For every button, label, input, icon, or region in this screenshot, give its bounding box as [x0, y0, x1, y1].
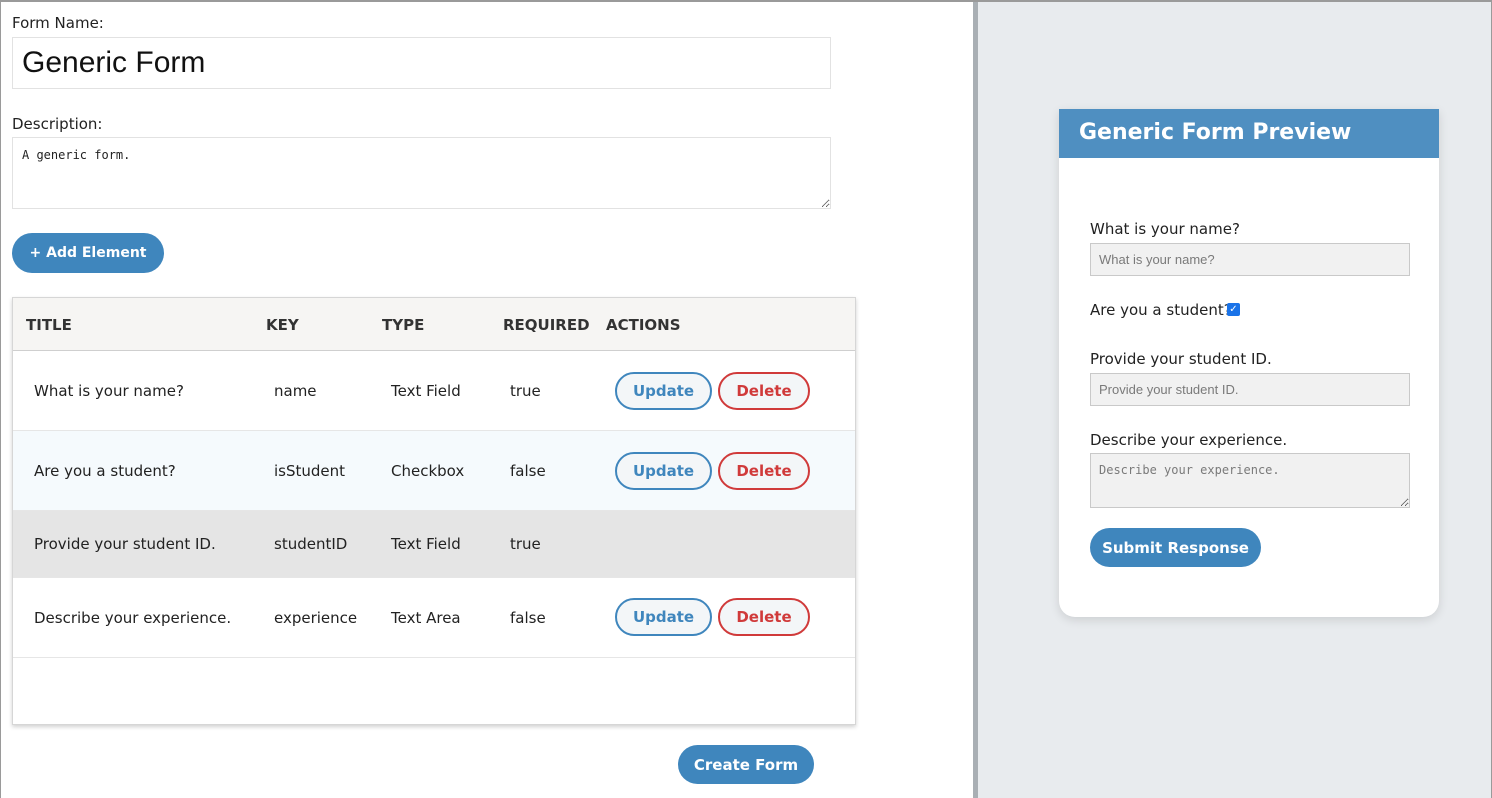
header-key: KEY	[266, 316, 299, 334]
preview-title: Generic Form Preview	[1059, 109, 1439, 158]
check-icon: ✓	[1229, 304, 1238, 315]
row-required: false	[510, 609, 546, 627]
row-key: name	[274, 382, 317, 400]
elements-table: TITLE KEY TYPE REQUIRED ACTIONS What is …	[12, 297, 856, 725]
description-textarea[interactable]: A generic form.	[12, 137, 831, 209]
description-label: Description:	[12, 115, 103, 133]
submit-response-button[interactable]: Submit Response	[1090, 528, 1261, 567]
delete-button[interactable]: Delete	[718, 598, 810, 636]
create-form-button[interactable]: Create Form	[678, 745, 814, 784]
add-element-button[interactable]: + Add Element	[12, 233, 164, 273]
update-button[interactable]: Update	[615, 372, 712, 410]
update-button[interactable]: Update	[615, 452, 712, 490]
row-title: Are you a student?	[34, 462, 176, 480]
preview-panel: Generic Form Preview What is your name? …	[978, 2, 1491, 798]
row-key: isStudent	[274, 462, 346, 480]
header-actions: ACTIONS	[606, 316, 681, 334]
row-type: Text Area	[391, 609, 461, 627]
preview-card: Generic Form Preview What is your name? …	[1059, 109, 1439, 617]
row-required: false	[510, 462, 546, 480]
form-builder-panel: Form Name: Description: A generic form. …	[1, 2, 973, 798]
delete-button[interactable]: Delete	[718, 452, 810, 490]
header-required: REQUIRED	[503, 316, 590, 334]
update-button[interactable]: Update	[615, 598, 712, 636]
table-row: Provide your student ID. studentID Text …	[13, 511, 855, 578]
form-name-label: Form Name:	[12, 14, 104, 32]
table-header: TITLE KEY TYPE REQUIRED ACTIONS	[13, 298, 855, 351]
row-title: Describe your experience.	[34, 609, 232, 627]
form-name-input[interactable]	[12, 37, 831, 89]
table-row: What is your name? name Text Field true …	[13, 351, 855, 431]
preview-name-input[interactable]	[1090, 243, 1410, 276]
delete-button[interactable]: Delete	[718, 372, 810, 410]
row-type: Checkbox	[391, 462, 465, 480]
row-type: Text Field	[391, 535, 461, 553]
row-title: Provide your student ID.	[34, 535, 216, 553]
preview-q2-label: Are you a student?	[1090, 301, 1232, 319]
preview-q1-label: What is your name?	[1090, 220, 1240, 238]
row-key: experience	[274, 609, 358, 627]
header-type: TYPE	[382, 316, 425, 334]
row-key: studentID	[274, 535, 348, 553]
row-type: Text Field	[391, 382, 461, 400]
table-row: Are you a student? isStudent Checkbox fa…	[13, 431, 855, 511]
student-checkbox[interactable]: ✓	[1227, 303, 1240, 316]
row-title: What is your name?	[34, 382, 184, 400]
row-required: true	[510, 382, 541, 400]
row-required: true	[510, 535, 541, 553]
preview-q3-label: Provide your student ID.	[1090, 350, 1272, 368]
header-title: TITLE	[26, 316, 72, 334]
preview-student-id-input[interactable]	[1090, 373, 1410, 406]
preview-experience-textarea[interactable]	[1090, 453, 1410, 508]
table-row: Describe your experience. experience Tex…	[13, 578, 855, 658]
preview-q4-label: Describe your experience.	[1090, 431, 1288, 449]
